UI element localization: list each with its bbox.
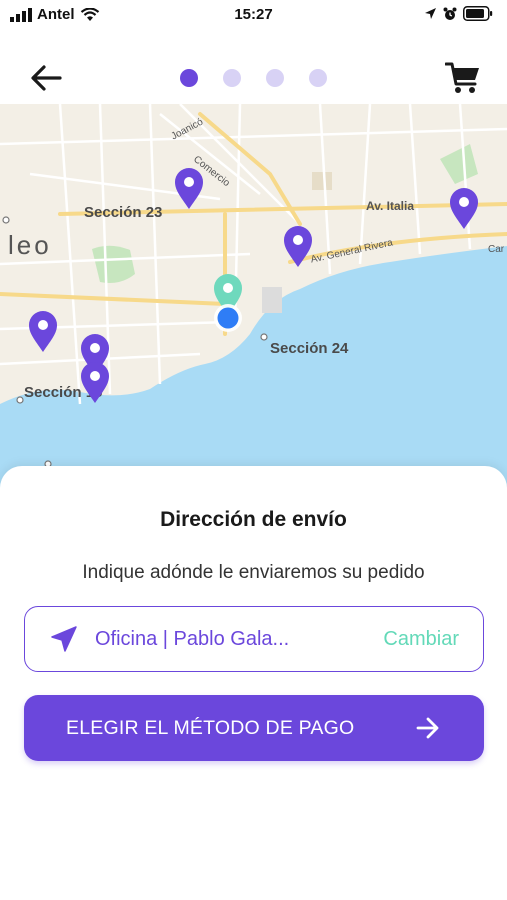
shipping-sheet: Dirección de envío Indique adónde le env…: [0, 466, 507, 900]
sheet-subtitle: Indique adónde le enviaremos su pedido: [82, 562, 425, 583]
step-dot-1: [180, 69, 198, 87]
step-dot-3: [266, 69, 284, 87]
location-services-icon: [425, 8, 436, 19]
map-pin-icon[interactable]: [28, 311, 58, 353]
change-address-link[interactable]: Cambiar: [383, 628, 459, 651]
choose-payment-label: ELEGIR EL MÉTODO DE PAGO: [66, 716, 355, 739]
step-indicator: [180, 69, 327, 87]
arrow-left-icon: [31, 65, 62, 91]
back-button[interactable]: [28, 62, 64, 94]
alarm-icon: [443, 7, 457, 20]
map-pin-icon[interactable]: [174, 168, 204, 210]
location-arrow-icon: [49, 624, 79, 654]
map-pin-icon[interactable]: [283, 226, 313, 268]
address-field[interactable]: Oficina | Pablo Gala... Cambiar: [24, 606, 484, 672]
cart-button[interactable]: [443, 60, 483, 96]
map-pin-icon[interactable]: [80, 362, 110, 404]
arrow-right-icon: [416, 717, 439, 739]
step-dot-2: [223, 69, 241, 87]
sheet-title: Dirección de envío: [160, 508, 347, 531]
status-right: [424, 6, 493, 21]
shopping-cart-icon: [445, 62, 479, 93]
user-location-icon: [214, 304, 242, 332]
map-view[interactable]: Sección 23 Sección 24 Sección 15 leo Joa…: [0, 104, 507, 500]
choose-payment-button[interactable]: ELEGIR EL MÉTODO DE PAGO: [24, 695, 484, 761]
map-markers-dots: [2, 216, 268, 468]
map-pin-icon[interactable]: [449, 188, 479, 230]
status-bar: Antel 15:27: [0, 0, 507, 32]
header: [0, 52, 507, 104]
address-text: Oficina | Pablo Gala...: [95, 627, 290, 650]
battery-icon: [463, 6, 493, 21]
step-dot-4: [309, 69, 327, 87]
